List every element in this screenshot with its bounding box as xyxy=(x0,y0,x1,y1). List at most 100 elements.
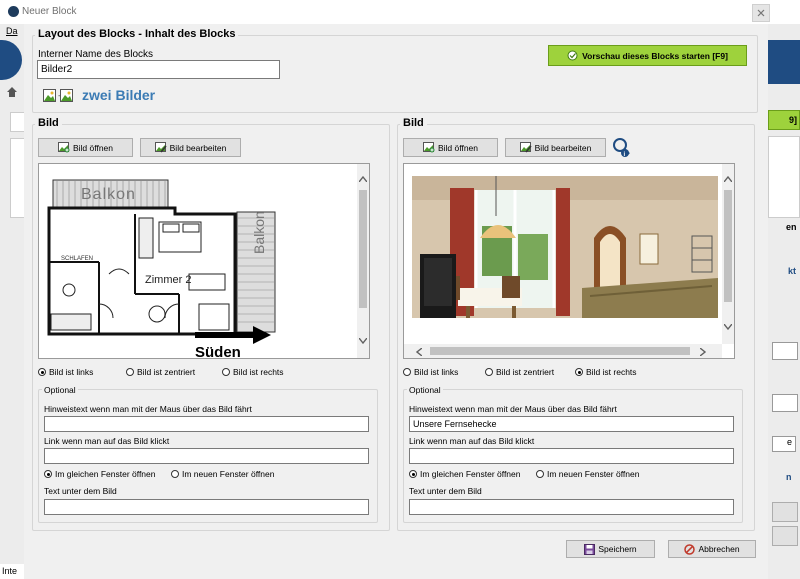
left-caption-input[interactable] xyxy=(44,499,369,515)
radio-selected-icon xyxy=(44,470,52,478)
floor-plan-balkon-top: Balkon xyxy=(81,186,136,203)
left-same-window-radio[interactable]: Im gleichen Fenster öffnen xyxy=(44,469,156,479)
floor-plan-balkon-right: Balkon xyxy=(251,211,267,254)
radio-label: Bild ist links xyxy=(49,367,94,377)
right-image-preview xyxy=(403,163,735,359)
background-input[interactable] xyxy=(772,394,798,412)
background-button[interactable] xyxy=(772,502,798,522)
right-hover-label: Hinweistext wenn man mit der Maus über d… xyxy=(409,404,617,414)
left-edit-image-label: Bild bearbeiten xyxy=(169,142,227,153)
open-image-icon xyxy=(422,142,435,153)
left-caption-label: Text unter dem Bild xyxy=(44,486,117,496)
scroll-down-icon[interactable] xyxy=(358,336,368,346)
left-new-window-radio[interactable]: Im neuen Fenster öffnen xyxy=(171,469,274,479)
check-circle-icon xyxy=(567,50,578,61)
left-open-image-button[interactable]: Bild öffnen xyxy=(38,138,133,157)
radio-label: Im neuen Fenster öffnen xyxy=(547,469,640,479)
right-image-legend: Bild xyxy=(400,117,427,129)
background-label: en xyxy=(786,222,797,232)
background-select[interactable]: e xyxy=(772,436,796,452)
background-panel-right xyxy=(768,136,800,218)
background-input[interactable] xyxy=(772,342,798,360)
close-button[interactable] xyxy=(752,4,770,22)
scroll-down-icon[interactable] xyxy=(723,322,733,332)
background-status-text: Inte xyxy=(2,566,18,576)
right-optional-legend: Optional xyxy=(407,385,443,395)
left-open-image-label: Bild öffnen xyxy=(72,142,113,153)
right-new-window-radio[interactable]: Im neuen Fenster öffnen xyxy=(536,469,639,479)
right-align-left-radio[interactable]: Bild ist links xyxy=(403,367,458,377)
left-image-scrollbar[interactable] xyxy=(357,164,369,358)
right-link-input[interactable] xyxy=(409,448,734,464)
radio-label: Im neuen Fenster öffnen xyxy=(182,469,275,479)
left-align-right-radio[interactable]: Bild ist rechts xyxy=(222,367,284,377)
floor-plan-zimmer: Zimmer 2 xyxy=(145,274,192,286)
right-align-center-radio[interactable]: Bild ist zentriert xyxy=(485,367,554,377)
right-align-right-radio[interactable]: Bild ist rechts xyxy=(575,367,637,377)
radio-icon xyxy=(403,368,411,376)
block-name-input[interactable] xyxy=(37,60,280,79)
app-logo-icon xyxy=(8,6,19,17)
edit-image-icon xyxy=(519,142,532,153)
radio-label: Bild ist zentriert xyxy=(137,367,196,377)
image-info-magnifier-icon[interactable]: i xyxy=(612,137,632,158)
living-room-photo xyxy=(412,176,718,318)
background-header-strip xyxy=(768,40,800,84)
background-menu-item[interactable]: Da xyxy=(6,26,18,36)
radio-label: Im gleichen Fenster öffnen xyxy=(55,469,156,479)
left-hover-input[interactable] xyxy=(44,416,369,432)
right-image-hscrollbar[interactable] xyxy=(404,344,722,358)
radio-icon xyxy=(485,368,493,376)
floor-plan-sueden: Süden xyxy=(195,344,241,359)
radio-icon xyxy=(171,470,179,478)
left-link-label: Link wenn man auf das Bild klickt xyxy=(44,436,170,446)
right-same-window-radio[interactable]: Im gleichen Fenster öffnen xyxy=(409,469,521,479)
left-optional-legend: Optional xyxy=(42,385,78,395)
left-link-input[interactable] xyxy=(44,448,369,464)
block-type-label: zwei Bilder xyxy=(82,87,156,103)
left-align-center-radio[interactable]: Bild ist zentriert xyxy=(126,367,195,377)
background-link[interactable]: kt xyxy=(788,266,796,276)
left-hover-label: Hinweistext wenn man mit der Maus über d… xyxy=(44,404,252,414)
left-image-legend: Bild xyxy=(35,117,62,129)
radio-icon xyxy=(222,368,230,376)
save-button-label: Speichern xyxy=(598,544,637,554)
scrollbar-thumb[interactable] xyxy=(724,190,732,302)
radio-label: Bild ist rechts xyxy=(586,367,637,377)
save-button[interactable]: Speichern xyxy=(566,540,655,558)
radio-label: Bild ist rechts xyxy=(233,367,284,377)
background-app-right xyxy=(768,24,800,579)
window-title: Neuer Block xyxy=(22,6,77,17)
preview-button[interactable]: Vorschau dieses Blocks starten [F9] xyxy=(548,45,747,66)
right-link-label: Link wenn man auf das Bild klickt xyxy=(409,436,535,446)
open-image-icon xyxy=(57,142,70,153)
scroll-up-icon[interactable] xyxy=(723,174,733,184)
block-name-label: Interner Name des Blocks xyxy=(38,49,154,60)
scroll-right-icon[interactable] xyxy=(699,347,707,358)
cancel-button[interactable]: Abbrechen xyxy=(668,540,756,558)
left-align-left-radio[interactable]: Bild ist links xyxy=(38,367,93,377)
right-edit-image-button[interactable]: Bild bearbeiten xyxy=(505,138,606,157)
floppy-disk-icon xyxy=(584,543,596,555)
background-f9-button[interactable]: 9] xyxy=(768,110,800,130)
scroll-up-icon[interactable] xyxy=(358,174,368,184)
radio-label: Im gleichen Fenster öffnen xyxy=(420,469,521,479)
cancel-icon xyxy=(684,543,696,555)
radio-selected-icon xyxy=(575,368,583,376)
right-caption-input[interactable] xyxy=(409,499,734,515)
scrollbar-thumb[interactable] xyxy=(430,347,690,355)
background-button[interactable] xyxy=(772,526,798,546)
background-link[interactable]: n xyxy=(786,472,792,482)
radio-label: Bild ist zentriert xyxy=(496,367,555,377)
home-icon[interactable] xyxy=(6,86,18,98)
right-open-image-button[interactable]: Bild öffnen xyxy=(403,138,498,157)
right-hover-input[interactable] xyxy=(409,416,734,432)
scroll-left-icon[interactable] xyxy=(415,347,423,358)
right-image-vscrollbar[interactable] xyxy=(722,164,734,344)
title-bar xyxy=(0,0,800,24)
two-images-icon: + xyxy=(43,89,73,103)
scrollbar-thumb[interactable] xyxy=(359,190,367,308)
radio-icon xyxy=(536,470,544,478)
left-edit-image-button[interactable]: Bild bearbeiten xyxy=(140,138,241,157)
left-image-preview: Balkon Balkon SCHLAFEN Zimmer 2 Süden xyxy=(38,163,370,359)
